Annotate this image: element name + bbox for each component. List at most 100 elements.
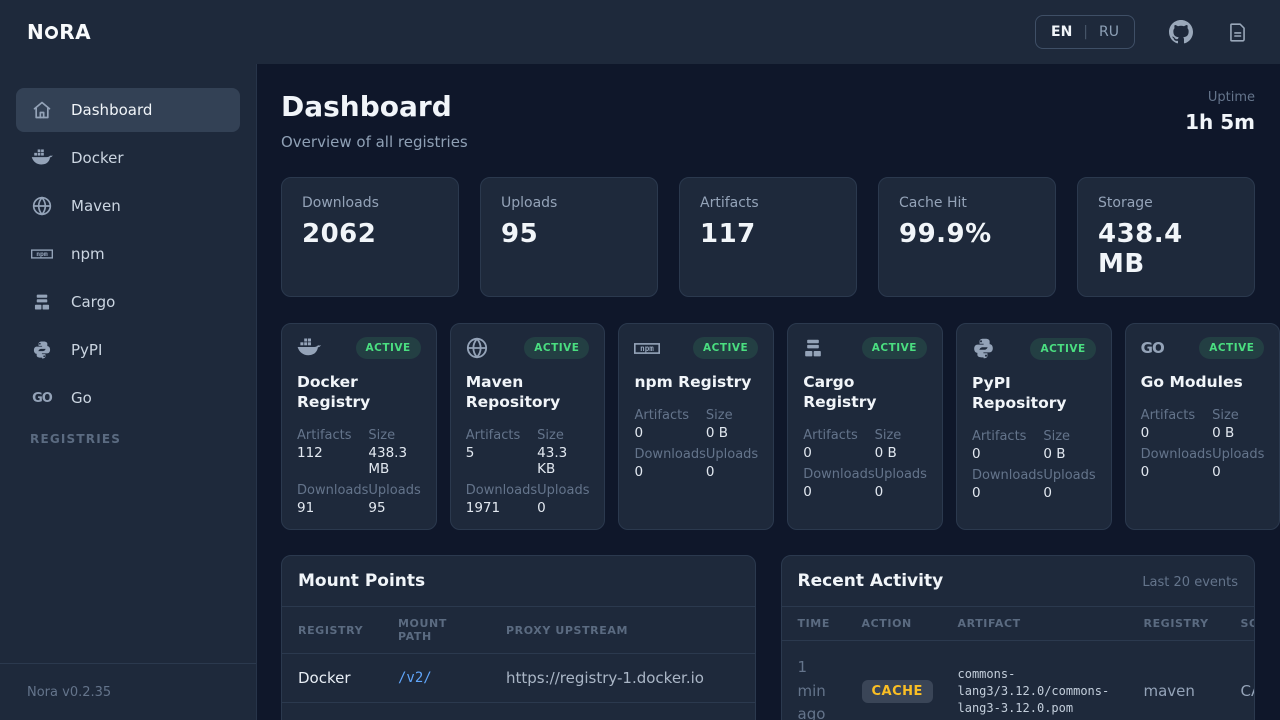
- go-icon: GO: [30, 391, 54, 406]
- size-value: 0 B: [1043, 446, 1095, 462]
- downloads-label: Downloads: [972, 468, 1043, 483]
- registry-card-maven[interactable]: ACTIVE Maven Repository Artifacts Size 5…: [450, 323, 606, 530]
- registry-card-top: ACTIVE: [466, 337, 590, 359]
- size-value: 43.3 KB: [537, 445, 589, 477]
- sidebar-item-dashboard[interactable]: Dashboard: [16, 88, 240, 132]
- sidebar-item-maven[interactable]: Maven: [16, 184, 240, 228]
- artifacts-label: Artifacts: [803, 428, 874, 443]
- col-registry: REGISTRY: [282, 607, 382, 654]
- npm-icon: npm: [30, 249, 54, 259]
- stat-card-uploads: Uploads 95: [480, 177, 658, 297]
- logo-o-circle-icon: [45, 26, 58, 39]
- sidebar-item-go[interactable]: GO Go: [16, 376, 240, 420]
- artifacts-value: 0: [1141, 425, 1212, 441]
- topbar: N RA EN | RU: [0, 0, 1280, 64]
- python-icon: [30, 340, 54, 360]
- table-header-row: REGISTRY MOUNT PATH PROXY UPSTREAM: [282, 607, 755, 654]
- uploads-value: 0: [706, 464, 758, 480]
- panel-title: Mount Points: [298, 571, 425, 591]
- registry-name: Maven Repository: [466, 372, 590, 412]
- panel-title: Recent Activity: [798, 571, 944, 591]
- globe-icon: [30, 196, 54, 216]
- recent-activity-header: Recent Activity Last 20 events: [782, 556, 1255, 607]
- mount-upstream: https://repo1.maven.org/maven2: [490, 703, 755, 720]
- size-label: Size: [537, 428, 589, 443]
- downloads-label: Downloads: [803, 467, 874, 482]
- github-icon[interactable]: [1169, 20, 1193, 44]
- stat-value: 99.9%: [899, 219, 1035, 249]
- col-source: SOURCE: [1225, 607, 1256, 641]
- sidebar-item-label: PyPI: [71, 341, 102, 359]
- stat-label: Artifacts: [700, 195, 836, 211]
- registry-card-top: ACTIVE: [297, 337, 421, 359]
- registry-card-go[interactable]: GO ACTIVE Go Modules Artifacts Size 0 0 …: [1125, 323, 1280, 530]
- sidebar-item-npm[interactable]: npm npm: [16, 232, 240, 276]
- artifacts-label: Artifacts: [1141, 408, 1212, 423]
- uploads-label: Uploads: [537, 483, 589, 498]
- size-label: Size: [368, 428, 420, 443]
- size-value: 0 B: [706, 425, 758, 441]
- stats-row: Downloads 2062 Uploads 95 Artifacts 117 …: [281, 177, 1255, 297]
- size-label: Size: [875, 428, 927, 443]
- app-logo[interactable]: N RA: [27, 20, 91, 44]
- size-label: Size: [706, 408, 758, 423]
- docs-file-icon[interactable]: [1227, 21, 1248, 44]
- registry-card-cargo[interactable]: ACTIVE Cargo Registry Artifacts Size 0 0…: [787, 323, 943, 530]
- uploads-value: 0: [875, 484, 927, 500]
- registry-stats: Artifacts Size 0 0 B Downloads Uploads 0…: [972, 423, 1096, 501]
- event-time: 1 min ago: [782, 641, 846, 720]
- table-row: Maven /maven2/ https://repo1.maven.org/m…: [282, 703, 755, 720]
- registry-card-top: GO ACTIVE: [1141, 337, 1265, 359]
- registry-card-top: npm ACTIVE: [634, 337, 758, 359]
- registry-stats: Artifacts Size 0 0 B Downloads Uploads 0…: [803, 422, 927, 500]
- bottom-panels: Mount Points REGISTRY MOUNT PATH PROXY U…: [281, 555, 1255, 720]
- table-header-row: TIME ACTION ARTIFACT REGISTRY SOURCE: [782, 607, 1256, 641]
- lang-en-button[interactable]: EN: [1051, 24, 1072, 40]
- stat-value: 438.4 MB: [1098, 219, 1234, 279]
- downloads-value: 1971: [466, 500, 537, 516]
- registry-card-npm[interactable]: npm ACTIVE npm Registry Artifacts Size 0…: [618, 323, 774, 530]
- registry-stats: Artifacts Size 0 0 B Downloads Uploads 0…: [634, 402, 758, 480]
- mount-points-table: REGISTRY MOUNT PATH PROXY UPSTREAM Docke…: [282, 607, 755, 720]
- events-count-label: Last 20 events: [1142, 575, 1238, 590]
- mount-points-header: Mount Points: [282, 556, 755, 607]
- stat-value: 2062: [302, 219, 438, 249]
- col-action: ACTION: [846, 607, 942, 641]
- cargo-boxes-icon: [30, 294, 54, 311]
- lang-separator: |: [1083, 24, 1088, 40]
- sidebar-item-label: npm: [71, 245, 105, 263]
- lang-ru-button[interactable]: RU: [1099, 24, 1119, 40]
- page-header: Dashboard Overview of all registries Upt…: [281, 90, 1255, 151]
- registry-stats: Artifacts Size 112 438.3 MB Downloads Up…: [297, 422, 421, 516]
- artifacts-value: 0: [972, 446, 1043, 462]
- downloads-label: Downloads: [466, 483, 537, 498]
- artifacts-label: Artifacts: [466, 428, 537, 443]
- sidebar-item-cargo[interactable]: Cargo: [16, 280, 240, 324]
- registry-cards-row: ACTIVE Docker Registry Artifacts Size 11…: [281, 323, 1255, 530]
- uploads-value: 0: [537, 500, 589, 516]
- page-title-block: Dashboard Overview of all registries: [281, 90, 468, 151]
- uptime-label: Uptime: [1185, 90, 1255, 105]
- page-subtitle: Overview of all registries: [281, 133, 468, 151]
- stat-card-storage: Storage 438.4 MB: [1077, 177, 1255, 297]
- status-badge: ACTIVE: [693, 337, 758, 359]
- artifacts-value: 112: [297, 445, 368, 477]
- col-mount-path: MOUNT PATH: [382, 607, 490, 654]
- globe-icon: [466, 337, 488, 359]
- registry-card-pypi[interactable]: ACTIVE PyPI Repository Artifacts Size 0 …: [956, 323, 1112, 530]
- sidebar-item-pypi[interactable]: PyPI: [16, 328, 240, 372]
- sidebar-item-label: Docker: [71, 149, 124, 167]
- sidebar-item-docker[interactable]: Docker: [16, 136, 240, 180]
- col-registry: REGISTRY: [1128, 607, 1225, 641]
- recent-activity-panel: Recent Activity Last 20 events TIME ACTI…: [781, 555, 1256, 720]
- registry-card-docker[interactable]: ACTIVE Docker Registry Artifacts Size 11…: [281, 323, 437, 530]
- stat-value: 95: [501, 219, 637, 249]
- uploads-label: Uploads: [875, 467, 927, 482]
- downloads-value: 0: [803, 484, 874, 500]
- mount-path: /v2/: [382, 654, 490, 703]
- registry-name: Cargo Registry: [803, 372, 927, 412]
- logo-text-n: N: [27, 20, 44, 44]
- mount-path: /maven2/: [382, 703, 490, 720]
- table-row: 1 min ago CACHE commons-lang3/3.12.0/com…: [782, 641, 1256, 720]
- col-artifact: ARTIFACT: [942, 607, 1128, 641]
